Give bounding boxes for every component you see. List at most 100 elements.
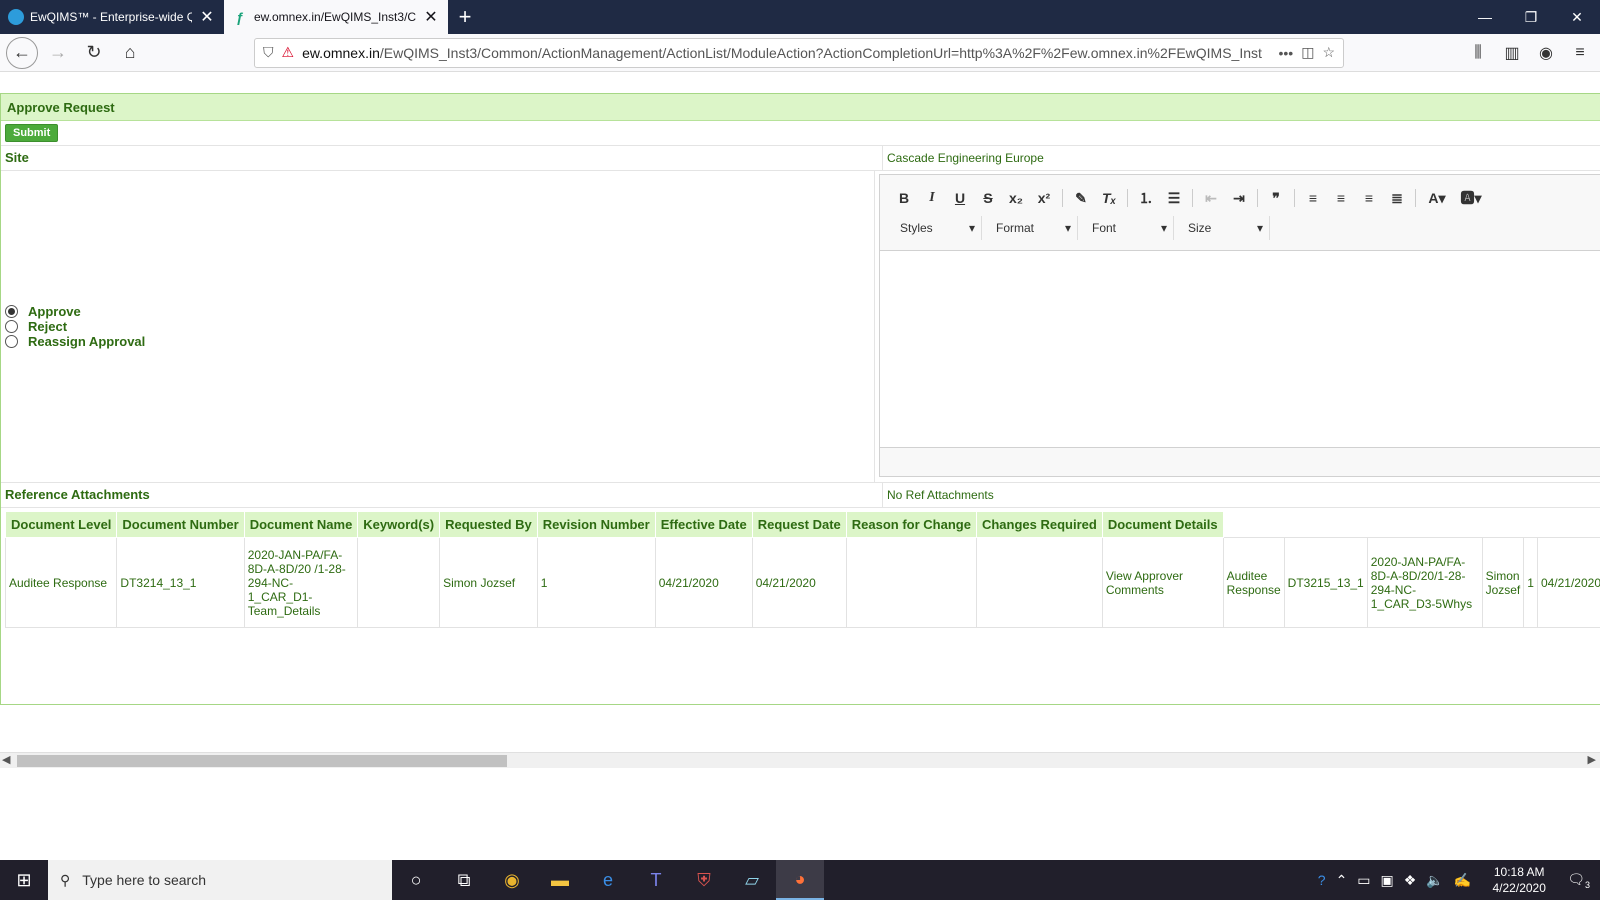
edge-icon[interactable]: e [584, 860, 632, 900]
teams-icon[interactable]: T [632, 860, 680, 900]
network-icon[interactable]: ▣ [1381, 872, 1394, 889]
scroll-left-icon[interactable]: ◀ [2, 753, 10, 766]
star-icon[interactable]: ☆ [1322, 44, 1335, 61]
radio-approve[interactable]: Approve [5, 304, 145, 319]
align-left-icon[interactable]: ≡ [1299, 186, 1327, 210]
col-keywords[interactable]: Keyword(s) [357, 511, 441, 538]
taskbar-search[interactable]: ⚲ Type here to search [48, 860, 392, 900]
col-effective-date[interactable]: Effective Date [654, 511, 753, 538]
background-color-icon[interactable]: 🅰▾ [1454, 186, 1488, 210]
more-icon[interactable]: ••• [1278, 45, 1293, 61]
indent-icon[interactable]: ⇥ [1225, 186, 1253, 210]
col-document-details[interactable]: Document Details [1101, 511, 1224, 538]
close-icon[interactable]: ✕ [422, 7, 440, 27]
col-request-date[interactable]: Request Date [751, 511, 847, 538]
restore-icon[interactable]: ❐ [1508, 0, 1554, 34]
submit-button[interactable]: Submit [5, 124, 59, 142]
horizontal-scrollbar[interactable]: ◀ ▶ [0, 752, 1600, 768]
pocket-icon[interactable]: ◫ [1301, 44, 1314, 61]
clock[interactable]: 10:18 AM 4/22/2020 [1481, 864, 1557, 896]
col-revision-number[interactable]: Revision Number [536, 511, 656, 538]
col-reason-for-change[interactable]: Reason for Change [845, 511, 977, 538]
radio-reject[interactable]: Reject [5, 319, 145, 334]
radio-reassign[interactable]: Reassign Approval [5, 334, 145, 349]
chrome-icon[interactable]: ◉ [488, 860, 536, 900]
sidebar-icon[interactable]: ▥ [1498, 43, 1526, 63]
shield-icon[interactable]: ⛉ [263, 44, 274, 61]
col-document-number[interactable]: Document Number [116, 511, 245, 538]
blockquote-icon[interactable]: ❞ [1262, 186, 1290, 210]
font-combo[interactable]: Font ▾ [1082, 216, 1174, 240]
chevron-up-icon[interactable]: ⌃ [1336, 872, 1348, 889]
bold-icon[interactable]: B [890, 186, 918, 210]
close-window-icon[interactable]: ✕ [1554, 0, 1600, 34]
size-combo[interactable]: Size ▾ [1178, 216, 1270, 240]
cell-overflow-name: 2020-JAN-PA/FA-8D-A-8D/20/1-28-294-NC-1_… [1366, 537, 1483, 628]
back-icon[interactable]: ← [6, 36, 38, 69]
firefox-icon[interactable]: ◕ [776, 860, 824, 900]
shield-app-icon[interactable]: ⛨ [680, 860, 728, 900]
browser-tab-bar: EwQIMS™ - Enterprise-wide Qu ✕ ƒ ew.omne… [0, 0, 1600, 34]
strikethrough-icon[interactable]: S [974, 186, 1002, 210]
task-view-icon[interactable]: ⧉ [440, 860, 488, 900]
tab-ewqims[interactable]: EwQIMS™ - Enterprise-wide Qu ✕ [0, 0, 224, 34]
url-bar[interactable]: ⛉ ⚠ ew.omnex.in/EwQIMS_Inst3/Common/Acti… [254, 37, 1344, 68]
styles-combo[interactable]: Styles ▾ [890, 216, 982, 240]
italic-icon[interactable]: I [918, 186, 946, 210]
outdent-icon[interactable]: ⇤ [1197, 186, 1225, 210]
cortana-icon[interactable]: ○ [392, 860, 440, 900]
notepad-icon[interactable]: ▱ [728, 860, 776, 900]
copy-format-icon[interactable]: ✎ [1067, 186, 1095, 210]
scroll-right-icon[interactable]: ▶ [1588, 753, 1596, 766]
format-combo[interactable]: Format ▾ [986, 216, 1078, 240]
radio-button[interactable] [5, 305, 18, 318]
lock-icon[interactable]: ⚠ [282, 44, 295, 61]
panel-header: Approve Request [1, 94, 1600, 121]
pen-icon[interactable]: ✍ [1454, 872, 1471, 889]
url-text[interactable]: ew.omnex.in/EwQIMS_Inst3/Common/ActionMa… [302, 45, 1270, 61]
col-document-name[interactable]: Document Name [243, 511, 359, 538]
justify-icon[interactable]: ≣ [1383, 186, 1411, 210]
close-icon[interactable]: ✕ [198, 7, 216, 27]
dropbox-icon[interactable]: ❖ [1404, 872, 1417, 889]
text-color-icon[interactable]: A▾ [1420, 186, 1454, 210]
notifications-icon[interactable]: 🗨3 [1567, 871, 1590, 890]
col-changes-required[interactable]: Changes Required [975, 511, 1103, 538]
reload-icon[interactable]: ↻ [78, 37, 110, 69]
align-right-icon[interactable]: ≡ [1355, 186, 1383, 210]
scrollbar-thumb[interactable] [17, 755, 507, 767]
radio-button[interactable] [5, 320, 18, 333]
view-approver-comments-link[interactable]: View Approver Comments [1101, 537, 1224, 628]
numbered-list-icon[interactable]: ⒈ [1132, 186, 1160, 210]
col-requested-by[interactable]: Requested By [439, 511, 538, 538]
help-icon[interactable]: ? [1318, 872, 1326, 888]
remove-format-icon[interactable]: Tₓ [1095, 186, 1123, 210]
editor-footer [880, 447, 1600, 476]
forward-icon[interactable]: → [42, 37, 74, 69]
file-explorer-icon[interactable]: ▬ [536, 860, 584, 900]
minimize-icon[interactable]: — [1462, 0, 1508, 34]
bulleted-list-icon[interactable]: ☰ [1160, 186, 1188, 210]
dropdown-icon: ▾ [968, 221, 975, 235]
subscript-icon[interactable]: x₂ [1002, 186, 1030, 210]
superscript-icon[interactable]: x² [1030, 186, 1058, 210]
editor-body[interactable] [880, 251, 1600, 447]
radio-group: Approve Reject Reassign Approval [5, 304, 145, 349]
reference-value: No Ref Attachments [887, 488, 994, 502]
tab-omnex[interactable]: ƒ ew.omnex.in/EwQIMS_Inst3/Cc ✕ [224, 0, 448, 34]
home-icon[interactable]: ⌂ [114, 37, 146, 69]
account-icon[interactable]: ◉ [1532, 43, 1560, 63]
new-tab-button[interactable]: + [448, 0, 482, 34]
document-table-wrap: Document Level Document Number Document … [1, 508, 1600, 631]
windows-start-icon[interactable]: ⊞ [0, 860, 48, 900]
align-center-icon[interactable]: ≡ [1327, 186, 1355, 210]
radio-label: Reject [28, 319, 68, 334]
col-document-level[interactable]: Document Level [4, 511, 118, 538]
library-icon[interactable]: ⫼ [1464, 44, 1492, 62]
underline-icon[interactable]: U [946, 186, 974, 210]
menu-icon[interactable]: ≡ [1566, 44, 1594, 62]
battery-icon[interactable]: ▭ [1357, 872, 1370, 889]
volume-icon[interactable]: 🔈 [1426, 872, 1443, 889]
radio-button[interactable] [5, 335, 18, 348]
cell-reason-for-change [845, 537, 977, 628]
